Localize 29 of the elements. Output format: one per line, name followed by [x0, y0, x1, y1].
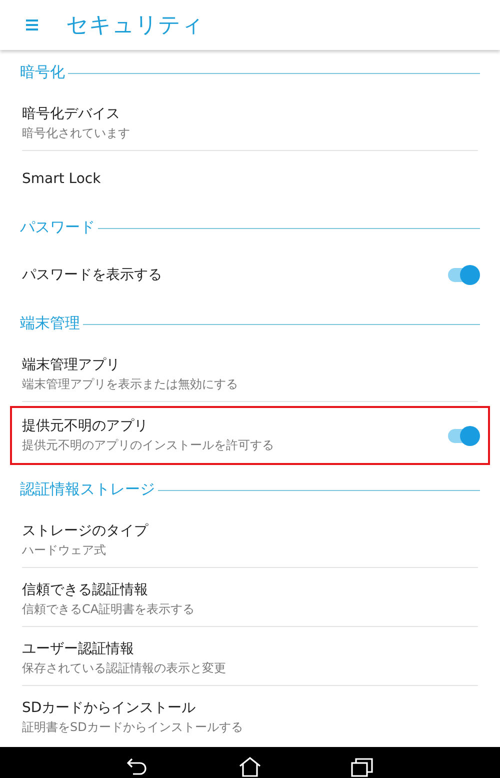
- recent-apps-button[interactable]: [350, 756, 374, 778]
- setting-title: 提供元不明のアプリ: [22, 417, 149, 435]
- setting-title: 信頼できる認証情報: [22, 580, 149, 598]
- setting-description: 証明書をSDカードからインストールする: [22, 719, 244, 736]
- setting-title: 暗号化デバイス: [22, 104, 121, 122]
- setting-description: 提供元不明のアプリのインストールを許可する: [22, 437, 275, 454]
- section-header: 暗号化: [20, 62, 65, 82]
- setting-title: SDカードからインストール: [22, 699, 197, 717]
- section-header: 認証情報ストレージ: [20, 480, 155, 498]
- setting-description: 暗号化されています: [22, 124, 131, 142]
- home-icon: [239, 757, 261, 777]
- home-button[interactable]: [238, 756, 262, 778]
- setting-description: 保存されている認証情報の表示と変更: [22, 660, 227, 676]
- setting-description: ハードウェア式: [22, 542, 107, 558]
- setting-description: 信頼できるCA証明書を表示する: [22, 600, 196, 618]
- back-icon: [127, 758, 149, 776]
- screen-title: セキュリティ: [66, 12, 204, 40]
- recent-apps-icon: [351, 757, 373, 777]
- toggle-switch[interactable]: [448, 264, 478, 286]
- section-header: パスワード: [20, 218, 95, 236]
- setting-title: ユーザー認証情報: [22, 640, 135, 658]
- setting-title: ストレージのタイプ: [22, 522, 150, 540]
- setting-description: 端末管理アプリを表示または無効にする: [22, 376, 239, 392]
- setting-title: パスワードを表示する: [22, 266, 163, 284]
- setting-title: Smart Lock: [22, 171, 102, 187]
- toggle-switch[interactable]: [448, 424, 478, 446]
- section-header: 端末管理: [20, 314, 80, 332]
- menu-icon: [25, 19, 39, 31]
- setting-title: 端末管理アプリ: [22, 356, 121, 374]
